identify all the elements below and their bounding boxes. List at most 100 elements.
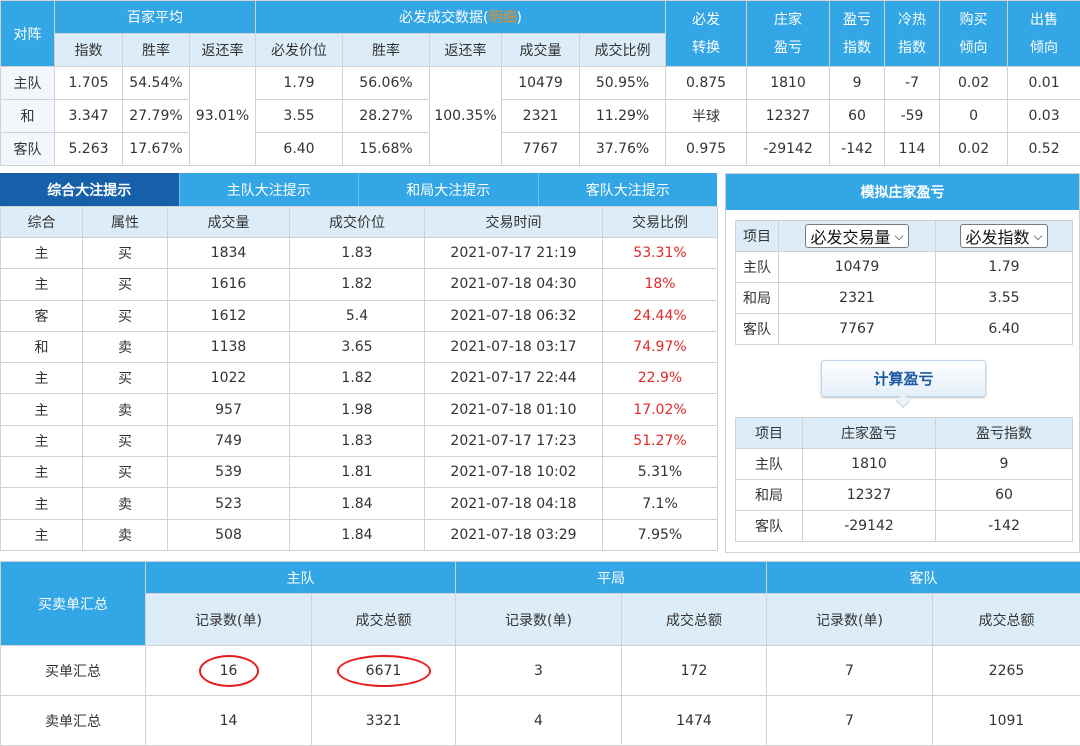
team-label: 客队: [0, 132, 55, 166]
res-head-index: 盈亏指数: [935, 417, 1073, 449]
cell-volume: 1616: [167, 268, 290, 301]
cell-home-total: 3321: [311, 695, 456, 746]
tab-home[interactable]: 主队大注提示: [180, 173, 359, 206]
cell-hot-cold: -7: [884, 66, 941, 100]
cell-time: 2021-07-18 04:18: [424, 487, 603, 520]
sub-head-total: 成交总额: [621, 593, 767, 646]
res-head-profit: 庄家盈亏: [802, 417, 936, 449]
cell-profit-index: 60: [829, 99, 886, 133]
cell-price: 1.83: [289, 424, 425, 458]
cell-volume: 10479: [501, 66, 580, 100]
cell-price: 3.65: [289, 330, 425, 364]
cell-attr: 买: [82, 456, 168, 489]
group-head-away: 客队: [766, 561, 1080, 594]
cell-type: 客: [0, 299, 83, 332]
highlight-circle: 6671: [336, 654, 431, 687]
cell-attr: 卖: [82, 518, 168, 551]
sim-input-row: 和局 2321 3.55: [735, 282, 1073, 314]
cell-volume: 1022: [167, 362, 290, 395]
sub-head-volume: 成交量: [501, 33, 580, 67]
sim-input-row: 主队 10479 1.79: [735, 251, 1073, 283]
cell-type: 主: [0, 456, 83, 489]
cell-winrate: 54.54%: [122, 66, 190, 100]
res-profit: -29142: [802, 510, 936, 542]
cell-home-count: 14: [145, 695, 312, 746]
col-head-buy-tendency: 购买 倾向: [939, 0, 1009, 67]
cell-type: 主: [0, 424, 83, 458]
sub-head-winrate: 胜率: [122, 33, 190, 67]
col-head-baijia: 百家平均: [54, 0, 256, 34]
sim-index: 3.55: [935, 282, 1073, 314]
res-index: 60: [935, 479, 1073, 511]
sell-summary-row: 卖单汇总 14 3321 4 1474 7 1091: [0, 695, 1080, 746]
group-head-home: 主队: [145, 561, 456, 594]
col-head-time: 交易时间: [424, 206, 603, 238]
cell-time: 2021-07-18 04:30: [424, 268, 603, 301]
cell-price: 1.82: [289, 362, 425, 395]
cell-time: 2021-07-18 01:10: [424, 393, 603, 426]
cell-banker-profit: -29142: [746, 132, 831, 166]
cell-price: 1.82: [289, 268, 425, 301]
cell-convert: 半球: [665, 99, 748, 133]
big-bet-row: 主买 1616 1.82 2021-07-18 04:30 18%: [0, 268, 718, 301]
cell-away-total: 2265: [932, 645, 1080, 696]
sim-volume: 10479: [778, 251, 936, 283]
cell-attr: 卖: [82, 393, 168, 426]
tab-away[interactable]: 客队大注提示: [539, 173, 718, 206]
big-bet-panel: 综合大注提示 主队大注提示 和局大注提示 客队大注提示 综合 属性 成交量 成交…: [0, 173, 718, 551]
odds-row-away: 客队 5.263 17.67% 6.40 15.68% 7767 37.76% …: [0, 132, 1080, 166]
sim-result-row: 主队 1810 9: [735, 448, 1073, 480]
cell-volume: 523: [167, 487, 290, 520]
row-label: 买单汇总: [0, 645, 146, 696]
cell-bifa-winrate: 15.68%: [342, 132, 430, 166]
cell-time: 2021-07-17 21:19: [424, 236, 603, 270]
cell-buy: 0.02: [939, 132, 1009, 166]
col-head-volume: 成交量: [167, 206, 290, 238]
cell-home-count: 16: [145, 645, 312, 696]
sim-result-table: 项目 庄家盈亏 盈亏指数 主队 1810 9 和局 12327 60 客队 -29142-…: [735, 417, 1073, 542]
cell-trade-ratio: 51.27%: [602, 424, 718, 458]
res-index: -142: [935, 510, 1073, 542]
cell-draw-total: 172: [621, 645, 767, 696]
col-head-hot-cold: 冷热 指数: [884, 0, 941, 67]
cell-trade-ratio: 18%: [602, 268, 718, 301]
sim-title: 模拟庄家盈亏: [726, 174, 1079, 210]
cell-trade-ratio: 53.31%: [602, 236, 718, 270]
cell-volume: 957: [167, 393, 290, 426]
highlight-circle: 16: [198, 654, 259, 687]
cell-time: 2021-07-18 10:02: [424, 456, 603, 489]
big-bet-table: 综合 属性 成交量 成交价位 交易时间 交易比例 主买 1834 1.83 2021-…: [0, 206, 718, 551]
cell-home-total: 6671: [311, 645, 456, 696]
cell-buy: 0.02: [939, 66, 1009, 100]
cell-trade-ratio: 22.9%: [602, 362, 718, 395]
cell-bifa-price: 1.79: [255, 66, 343, 100]
cell-price: 1.84: [289, 487, 425, 520]
cell-volume: 749: [167, 424, 290, 458]
res-index: 9: [935, 448, 1073, 480]
volume-select[interactable]: 必发交易量 ⌵: [805, 224, 909, 248]
col-head-sell-tendency: 出售 倾向: [1007, 0, 1080, 67]
sub-head-bifa-winrate: 胜率: [342, 33, 430, 67]
cell-price: 1.98: [289, 393, 425, 426]
buy-summary-row: 买单汇总 16 6671 3 172 7 2265: [0, 645, 1080, 696]
order-summary-table: 买卖单汇总 主队 平局 客队 记录数(单) 成交总额 记录数(单) 成交总额 记…: [0, 561, 1080, 746]
cell-trade-ratio: 24.44%: [602, 299, 718, 332]
cell-type: 和: [0, 330, 83, 364]
res-profit: 1810: [802, 448, 936, 480]
cell-convert: 0.875: [665, 66, 748, 100]
cell-type: 主: [0, 268, 83, 301]
cell-away-count: 7: [766, 695, 933, 746]
tab-overall[interactable]: 综合大注提示: [0, 173, 180, 206]
calculate-profit-button[interactable]: 计算盈亏: [821, 360, 986, 397]
sub-head-count: 记录数(单): [455, 593, 622, 646]
index-select[interactable]: 必发指数 ⌵: [960, 224, 1048, 248]
res-head-item: 项目: [735, 417, 803, 449]
tab-draw[interactable]: 和局大注提示: [359, 173, 539, 206]
cell-sell: 0.01: [1007, 66, 1080, 100]
sub-head-total: 成交总额: [932, 593, 1080, 646]
odds-row-home: 主队 1.705 54.54% 93.01% 1.79 56.06% 100.3…: [0, 66, 1080, 166]
col-head-bifa: 必发成交数据(明细): [254, 0, 667, 34]
sim-volume: 2321: [778, 282, 936, 314]
mingxi-link[interactable]: 明细: [489, 10, 517, 26]
big-bet-row: 主卖 508 1.84 2021-07-18 03:29 7.95%: [0, 518, 718, 551]
